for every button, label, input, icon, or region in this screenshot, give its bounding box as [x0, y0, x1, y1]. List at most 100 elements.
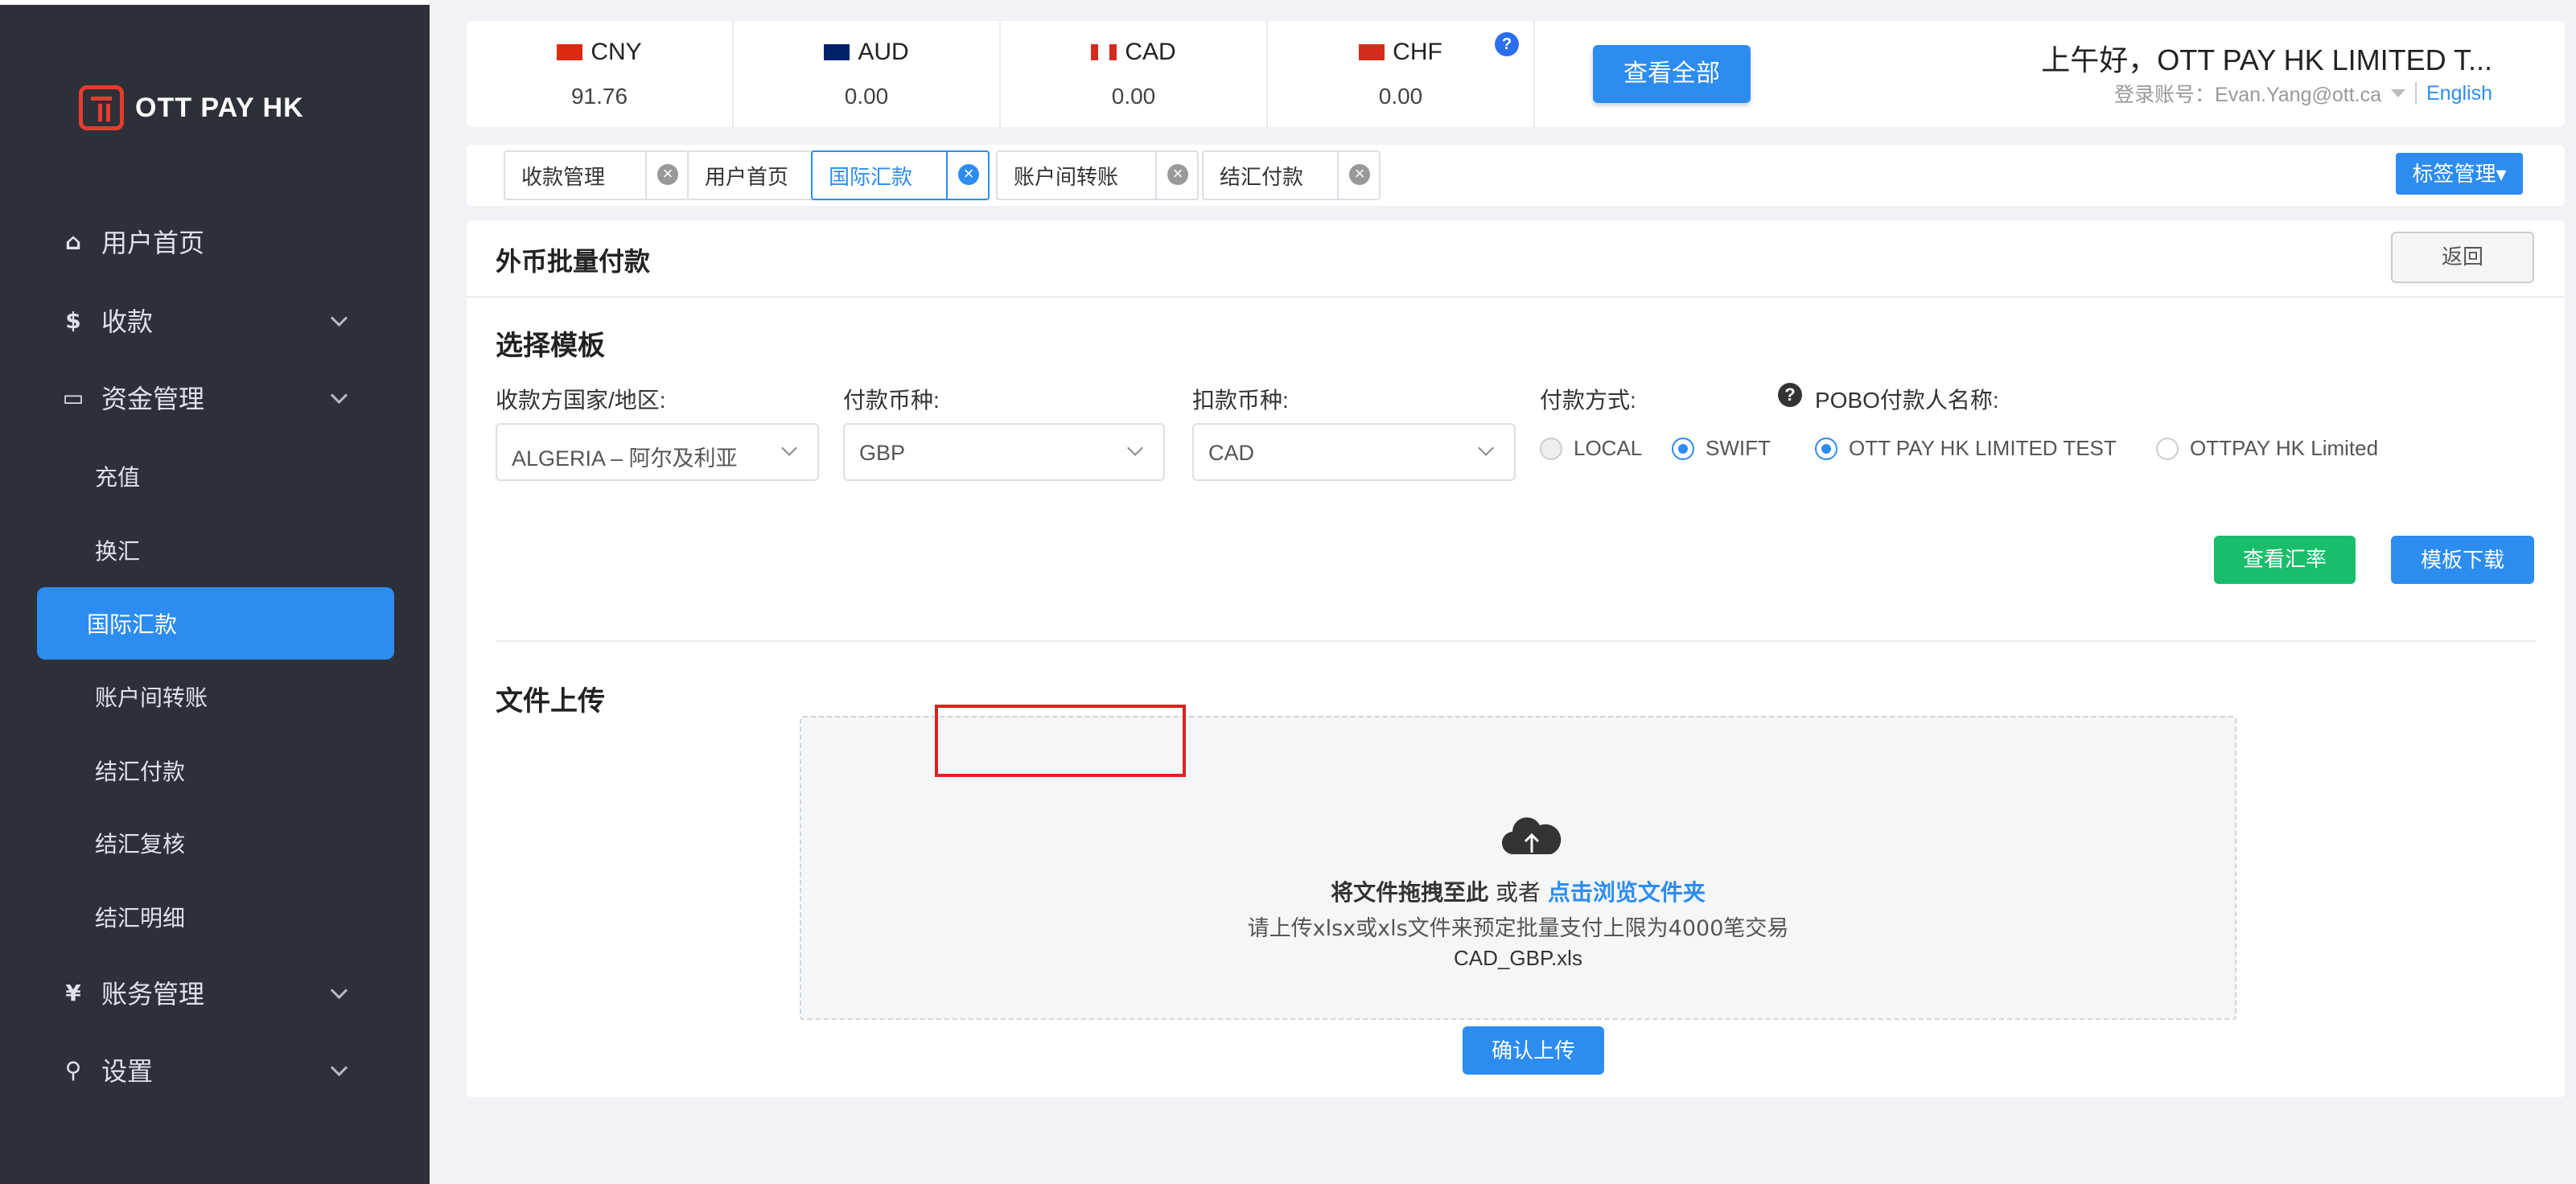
chevron-down-icon: [330, 1060, 349, 1079]
sidebar-sub-topup[interactable]: 充值: [0, 444, 430, 508]
sidebar-sub-label: 账户间转账: [95, 684, 208, 711]
pobo-ottpay-radio[interactable]: OTTPAY HK Limited: [2156, 436, 2378, 461]
pay-currency-label: 付款币种:: [843, 388, 940, 413]
template-download-button[interactable]: 模板下载: [2391, 536, 2534, 584]
tab-label: 账户间转账: [1014, 165, 1119, 190]
currency-balance: 0.00: [1111, 84, 1156, 109]
pay-currency-select[interactable]: GBP: [843, 423, 1165, 481]
pobo-ott-test-radio[interactable]: OTT PAY HK LIMITED TEST: [1815, 436, 2117, 461]
close-icon[interactable]: [946, 152, 988, 199]
brand-name: OTT PAY HK: [135, 92, 304, 123]
radio-label: OTT PAY HK LIMITED TEST: [1849, 436, 2117, 460]
radio-label: LOCAL: [1574, 436, 1643, 460]
debit-currency-label: 扣款币种:: [1192, 388, 1289, 413]
greeting-text: 上午好，OTT PAY HK LIMITED T...: [2041, 43, 2492, 76]
confirm-upload-button[interactable]: 确认上传: [1463, 1026, 1604, 1075]
radio-label: SWIFT: [1706, 436, 1771, 460]
radio-icon: [2156, 437, 2179, 460]
close-icon[interactable]: [1155, 152, 1197, 199]
account-label: 登录账号：Evan.Yang@ott.ca: [2114, 84, 2381, 106]
balance-cad: CAD 0.00: [1001, 21, 1268, 127]
sidebar-item-receipts[interactable]: $ 收款: [0, 288, 430, 352]
chevron-down-icon: [781, 440, 797, 456]
sidebar-sub-account-transfer[interactable]: 账户间转账: [0, 664, 430, 729]
ott-logo-icon: [79, 85, 124, 130]
sidebar-sub-exchange[interactable]: 换汇: [0, 518, 430, 582]
balance-chf: CHF 0.00: [1268, 21, 1535, 127]
close-icon[interactable]: [645, 152, 687, 199]
sidebar-sub-label: 换汇: [95, 538, 141, 565]
balance-cny: CNY 91.76: [467, 21, 734, 127]
dollar-icon: $: [65, 306, 81, 334]
search-icon: ⚲: [64, 1056, 82, 1083]
view-rate-button[interactable]: 查看汇率: [2214, 536, 2356, 584]
tab-label: 国际汇款: [829, 165, 913, 190]
country-label: 收款方国家/地区:: [496, 388, 666, 413]
select-value: CAD: [1208, 441, 1255, 465]
help-icon[interactable]: ?: [1495, 32, 1519, 56]
pay-method-label: 付款方式:: [1540, 388, 1636, 413]
browse-folder-link[interactable]: 点击浏览文件夹: [1548, 879, 1706, 906]
tab-account-transfer[interactable]: 账户间转账: [996, 150, 1199, 200]
sidebar-sub-intl-remittance[interactable]: 国际汇款: [37, 587, 394, 660]
canada-flag-icon: [1091, 44, 1117, 60]
brand-logo[interactable]: OTT PAY HK: [79, 85, 304, 130]
sidebar: OTT PAY HK ⌂ 用户首页 $ 收款 ▭ 资金管理 充值 换汇 国际汇款…: [0, 0, 430, 1184]
or-text: 或者: [1495, 879, 1541, 906]
tab-receipt-management[interactable]: 收款管理: [504, 150, 689, 200]
account-info: 登录账号：Evan.Yang@ott.ca English: [2114, 79, 2492, 108]
tab-label: 用户首页: [705, 165, 789, 190]
sidebar-item-funds[interactable]: ▭ 资金管理: [0, 365, 430, 430]
sidebar-sub-label: 国际汇款: [87, 611, 178, 638]
view-all-button[interactable]: 查看全部: [1593, 45, 1751, 103]
pobo-label: POBO付款人名称:: [1815, 388, 1999, 413]
tab-intl-remittance[interactable]: 国际汇款: [811, 150, 990, 200]
template-section-title: 选择模板: [496, 330, 605, 362]
yen-icon: ¥: [65, 979, 81, 1006]
switzerland-flag-icon: [1359, 44, 1385, 60]
caret-down-icon[interactable]: [2391, 89, 2405, 97]
pay-method-local-radio[interactable]: LOCAL: [1540, 436, 1642, 461]
radio-icon: [1815, 437, 1837, 460]
tag-manage-dropdown[interactable]: 标签管理▾: [2396, 153, 2523, 195]
chevron-down-icon: [330, 310, 349, 330]
card-icon: ▭: [62, 384, 84, 411]
sidebar-item-label: 账务管理: [101, 979, 205, 1009]
balance-aud: AUD 0.00: [734, 21, 1001, 127]
section-divider: [496, 640, 2536, 642]
currency-code: CHF: [1393, 39, 1442, 65]
currency-balance: 91.76: [570, 84, 628, 109]
currency-balance: 0.00: [1378, 84, 1423, 109]
select-value: GBP: [859, 441, 906, 465]
chevron-down-icon: [330, 388, 349, 407]
sidebar-sub-settlement-detail[interactable]: 结汇明细: [0, 885, 430, 949]
tab-home[interactable]: 用户首页: [687, 150, 819, 200]
pay-method-swift-radio[interactable]: SWIFT: [1672, 436, 1771, 461]
tab-bar: 收款管理 用户首页 国际汇款 账户间转账 结汇付款 标签管理▾: [467, 145, 2565, 206]
country-select[interactable]: ALGERIA – 阿尔及利亚: [496, 423, 819, 481]
sidebar-sub-label: 结汇复核: [95, 831, 186, 857]
tab-label: 收款管理: [521, 165, 606, 190]
upload-section-title: 文件上传: [496, 685, 605, 717]
sidebar-item-home[interactable]: ⌂ 用户首页: [0, 209, 430, 273]
sidebar-item-accounting[interactable]: ¥ 账务管理: [0, 960, 430, 1025]
cloud-upload-icon: [1501, 817, 1562, 855]
close-icon[interactable]: [1337, 152, 1379, 199]
tab-label: 结汇付款: [1220, 165, 1304, 190]
question-icon[interactable]: ?: [1778, 383, 1802, 407]
sidebar-sub-settlement-payment[interactable]: 结汇付款: [0, 738, 430, 803]
debit-currency-select[interactable]: CAD: [1192, 423, 1516, 481]
language-switch[interactable]: English: [2426, 82, 2492, 105]
sidebar-item-settings[interactable]: ⚲ 设置: [0, 1038, 430, 1102]
highlight-box: [935, 705, 1186, 777]
select-value: ALGERIA – 阿尔及利亚: [512, 446, 738, 471]
balance-bar: CNY 91.76 AUD 0.00 CAD 0.00 CHF 0.00 ? 查…: [467, 21, 2565, 127]
page-title: 外币批量付款: [496, 246, 651, 277]
drag-text: 将文件拖拽至此: [1331, 879, 1489, 906]
dropzone-instruction: 将文件拖拽至此 或者 点击浏览文件夹: [801, 875, 2235, 907]
sidebar-sub-settlement-review[interactable]: 结汇复核: [0, 811, 430, 875]
tab-settlement-payment[interactable]: 结汇付款: [1202, 150, 1381, 200]
currency-code: CNY: [591, 39, 642, 65]
home-icon: ⌂: [64, 228, 82, 255]
back-button[interactable]: 返回: [2391, 232, 2534, 283]
